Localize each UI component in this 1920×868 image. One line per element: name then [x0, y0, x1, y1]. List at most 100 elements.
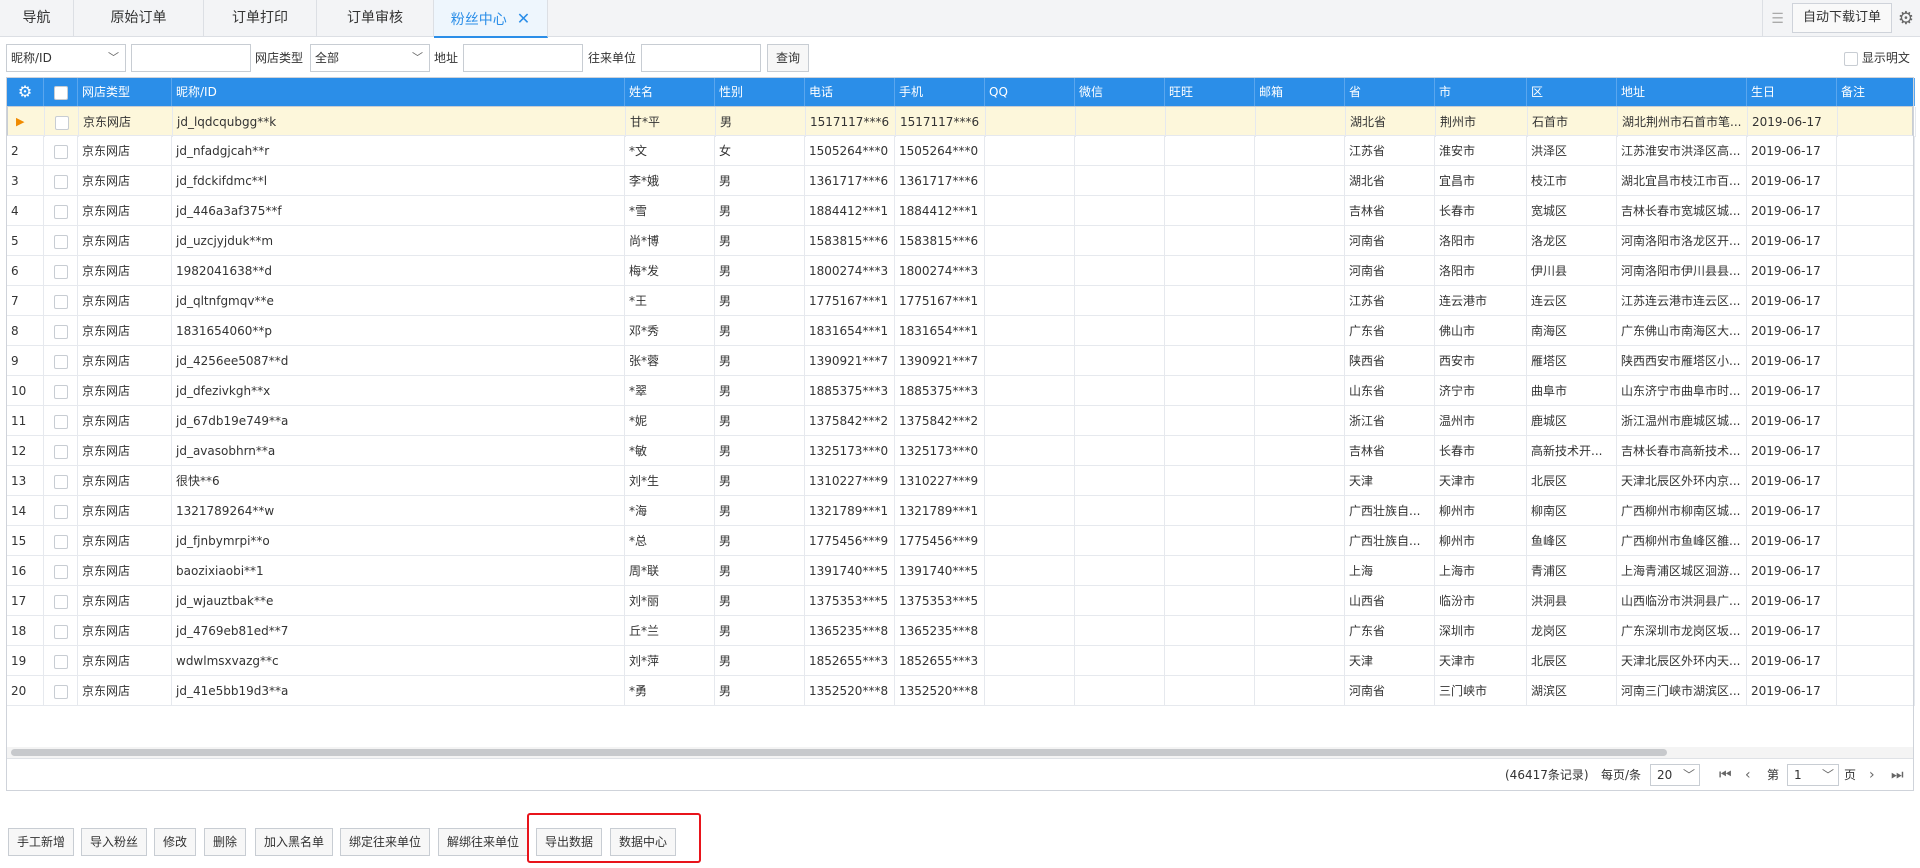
first-page-icon[interactable]: ⏮ — [1719, 759, 1732, 791]
last-page-icon[interactable]: ⏭ — [1891, 759, 1904, 791]
page-number-select[interactable]: 1 ﹀ — [1787, 764, 1839, 786]
table-row[interactable]: 5 京东网店 jd_uzcjyjduk**m 尚*博男 1583815***6 15838… — [7, 226, 1915, 256]
checkbox[interactable] — [53, 234, 68, 249]
checkbox[interactable] — [54, 115, 69, 130]
partner-input[interactable] — [641, 44, 761, 72]
col-header[interactable]: 生日 — [1747, 78, 1837, 106]
tab-nav[interactable]: 导航 — [0, 0, 74, 37]
row-checkbox[interactable] — [44, 556, 78, 586]
col-header[interactable]: 微信 — [1075, 78, 1165, 106]
shop-type-select[interactable]: 全部 ﹀ — [310, 44, 430, 72]
delete-button[interactable]: 删除 — [204, 828, 247, 856]
row-checkbox[interactable] — [44, 466, 78, 496]
table-row[interactable]: 6 京东网店 1982041638**d 梅*发男 1800274***3 1800274… — [7, 256, 1915, 286]
table-row[interactable]: 3 京东网店 jd_fdckifdmc**l 李*娥男 1361717***6 13617… — [7, 166, 1915, 196]
checkbox[interactable] — [53, 294, 68, 309]
checkbox[interactable] — [53, 264, 68, 279]
row-checkbox[interactable] — [44, 436, 78, 466]
bind-partner-button[interactable]: 绑定往来单位 — [340, 828, 431, 856]
table-row[interactable]: ▶ 京东网店 jd_lqdcqubgg**k 甘*平男 1517117***6 15171… — [7, 106, 1916, 137]
query-button[interactable]: 查询 — [767, 44, 810, 72]
keyword-input[interactable] — [131, 44, 251, 72]
table-row[interactable]: 14 京东网店 1321789264**w *海男 1321789***1 1321789… — [7, 496, 1915, 526]
manual-add-button[interactable]: 手工新增 — [8, 828, 75, 856]
checkbox[interactable] — [53, 174, 68, 189]
table-row[interactable]: 2 京东网店 jd_nfadgjcah**r *文女 1505264***0 150526… — [7, 136, 1915, 166]
table-row[interactable]: 9 京东网店 jd_4256ee5087**d 张*蓉男 1390921***7 1390… — [7, 346, 1915, 376]
table-row[interactable]: 11 京东网店 jd_67db19e749**a *妮男 1375842***2 1375… — [7, 406, 1915, 436]
checkbox[interactable] — [1844, 51, 1858, 66]
col-header[interactable]: 姓名 — [625, 78, 715, 106]
col-header[interactable]: 网店类型 — [78, 78, 172, 106]
auto-download-button[interactable]: 自动下载订单 — [1791, 3, 1892, 33]
table-row[interactable]: 18 京东网店 jd_4769eb81ed**7 丘*兰男 1365235***8 136… — [7, 616, 1915, 646]
row-checkbox[interactable] — [44, 316, 78, 346]
table-row[interactable]: 4 京东网店 jd_446a3af375**f *雪男 1884412***1 18844… — [7, 196, 1915, 226]
col-header[interactable]: 备注 — [1837, 78, 1915, 106]
search-field-select[interactable]: 昵称/ID ﹀ — [6, 44, 126, 72]
checkbox[interactable] — [53, 534, 68, 549]
row-checkbox[interactable] — [45, 107, 79, 137]
col-header[interactable]: 旺旺 — [1165, 78, 1255, 106]
tab-order-review[interactable]: 订单审核 — [317, 0, 434, 37]
horizontal-scrollbar[interactable] — [11, 749, 1667, 756]
show-plain-toggle[interactable]: 显示明文 — [1844, 44, 1910, 72]
col-header[interactable]: 省 — [1345, 78, 1435, 106]
row-checkbox[interactable] — [44, 406, 78, 436]
col-header[interactable]: 电话 — [805, 78, 895, 106]
col-header[interactable]: 区 — [1527, 78, 1617, 106]
col-header[interactable]: 手机 — [895, 78, 985, 106]
row-checkbox[interactable] — [44, 376, 78, 406]
tab-order-print[interactable]: 订单打印 — [204, 0, 317, 37]
table-row[interactable]: 8 京东网店 1831654060**p 邓*秀男 1831654***1 1831654… — [7, 316, 1915, 346]
checkbox[interactable] — [53, 474, 68, 489]
row-checkbox[interactable] — [44, 586, 78, 616]
row-checkbox[interactable] — [44, 526, 78, 556]
checkbox[interactable] — [53, 654, 68, 669]
edit-button[interactable]: 修改 — [154, 828, 197, 856]
table-row[interactable]: 19 京东网店 wdwlmsxvazg**c 刘*萍男 1852655***3 18526… — [7, 646, 1915, 676]
checkbox[interactable] — [53, 144, 68, 159]
add-blacklist-button[interactable]: 加入黑名单 — [255, 828, 334, 856]
row-checkbox[interactable] — [44, 136, 78, 166]
row-checkbox[interactable] — [44, 226, 78, 256]
checkbox[interactable] — [53, 564, 68, 579]
row-checkbox[interactable] — [44, 286, 78, 316]
checkbox[interactable] — [53, 384, 68, 399]
checkbox[interactable] — [53, 204, 68, 219]
list-icon[interactable]: ☰ — [1761, 0, 1792, 37]
col-header[interactable]: 地址 — [1617, 78, 1747, 106]
row-checkbox[interactable] — [44, 256, 78, 286]
checkbox[interactable] — [53, 85, 68, 100]
import-fans-button[interactable]: 导入粉丝 — [81, 828, 148, 856]
unbind-partner-button[interactable]: 解绑往来单位 — [438, 828, 529, 856]
table-row[interactable]: 7 京东网店 jd_qltnfgmqv**e *王男 1775167***1 177516… — [7, 286, 1915, 316]
col-header[interactable]: 市 — [1435, 78, 1527, 106]
checkbox[interactable] — [53, 414, 68, 429]
prev-page-icon[interactable]: ‹ — [1745, 759, 1751, 791]
close-icon[interactable]: ✕ — [517, 9, 530, 28]
table-row[interactable]: 13 京东网店 很快**6 刘*生男 1310227***9 1310227***9 天津天… — [7, 466, 1915, 496]
col-header[interactable]: 性别 — [715, 78, 805, 106]
address-input[interactable] — [463, 44, 583, 72]
row-checkbox[interactable] — [44, 616, 78, 646]
checkbox[interactable] — [53, 504, 68, 519]
checkbox[interactable] — [53, 324, 68, 339]
checkbox[interactable] — [53, 354, 68, 369]
row-checkbox[interactable] — [44, 346, 78, 376]
table-row[interactable]: 15 京东网店 jd_fjnbymrpi**o *总男 1775456***9 17754… — [7, 526, 1915, 556]
gear-icon[interactable]: ⚙ — [1892, 0, 1920, 37]
table-row[interactable]: 17 京东网店 jd_wjauztbak**e 刘*丽男 1375353***5 1375… — [7, 586, 1915, 616]
table-row[interactable]: 10 京东网店 jd_dfezivkgh**x *翠男 1885375***3 18853… — [7, 376, 1915, 406]
checkbox[interactable] — [53, 594, 68, 609]
tab-original-orders[interactable]: 原始订单 — [74, 0, 204, 37]
row-checkbox[interactable] — [44, 496, 78, 526]
col-header[interactable]: 昵称/ID — [172, 78, 625, 106]
col-header[interactable]: QQ — [985, 78, 1075, 106]
checkbox[interactable] — [53, 444, 68, 459]
per-page-select[interactable]: 20 ﹀ — [1650, 764, 1700, 786]
select-all-checkbox[interactable] — [44, 78, 78, 106]
checkbox[interactable] — [53, 684, 68, 699]
gear-icon[interactable]: ⚙ — [7, 78, 44, 106]
next-page-icon[interactable]: › — [1869, 759, 1875, 791]
